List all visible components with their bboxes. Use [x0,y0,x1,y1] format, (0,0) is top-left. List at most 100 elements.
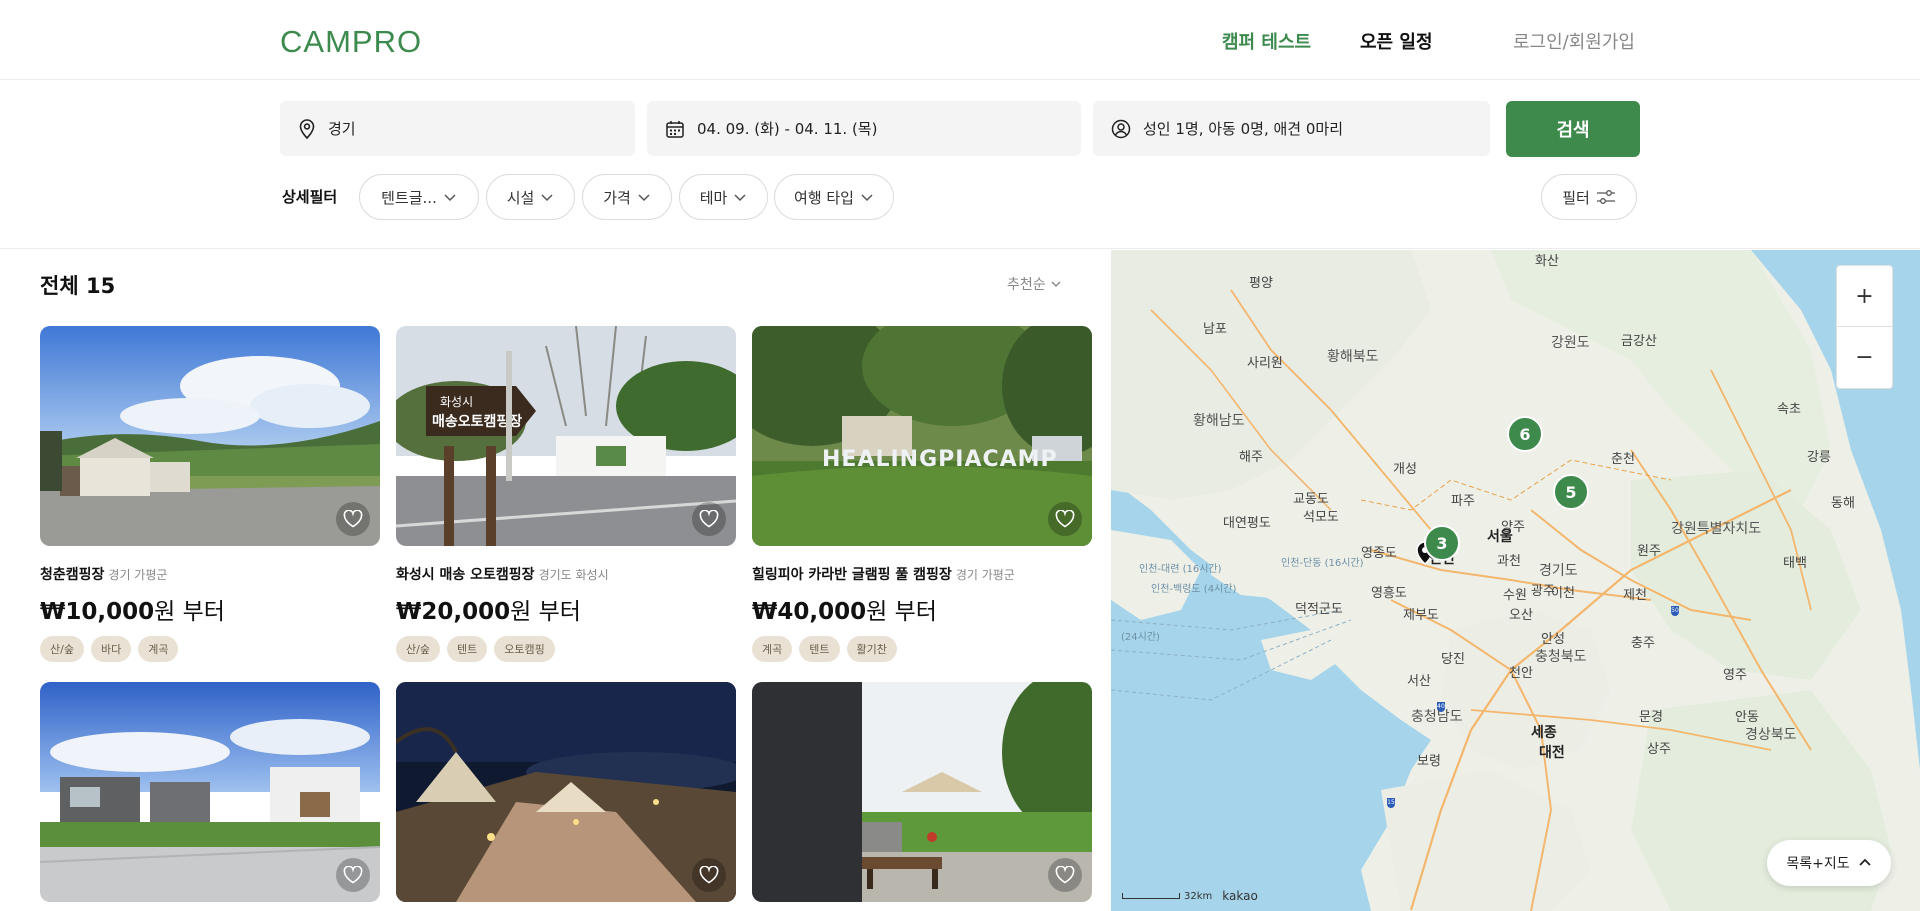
map-label: 안성 [1541,632,1565,647]
calendar-icon [666,120,684,138]
sort-dropdown[interactable]: 추천순 [1007,274,1062,294]
toggle-label: 목록+지도 [1786,856,1850,872]
map-view[interactable]: 40 15 50 평양 남포 사리원 황해북도 황해남도 강원도 금강산 해주 … [1111,250,1920,911]
campsite-price: ₩40,000원 부터 [752,592,1092,626]
campsite-name: 힐링피아 카라반 글램핑 풀 캠핑장 경기 가평군 [752,564,1092,584]
map-label: 평양 [1249,276,1273,291]
campsite-card[interactable] [40,682,380,902]
campro-logo[interactable]: CAMPRO [280,24,422,60]
favorite-heart-icon[interactable] [1048,858,1082,892]
chevron-down-icon [638,194,650,202]
campsite-photo[interactable] [752,682,1092,902]
nav-camper-test[interactable]: 캠퍼 테스트 [1222,28,1311,54]
favorite-heart-icon[interactable] [692,858,726,892]
campsite-region: 경기 가평군 [955,568,1015,582]
user-icon [1111,119,1131,138]
map-label: 개성 [1393,462,1417,477]
map-label: 상주 [1647,742,1671,757]
guest-field[interactable]: 성인 1명, 아동 0명, 애견 0마리 [1093,101,1490,156]
nav-open-schedule[interactable]: 오픈 일정 [1360,28,1433,54]
campsite-tags: 계곡 텐트 활기찬 [752,636,1092,662]
map-cluster[interactable]: 3 [1424,525,1460,561]
map-label: 영흥도 [1371,586,1407,601]
price-suffix: 원 부터 [154,599,225,625]
campsite-photo[interactable]: 화성시 매송오토캠핑장 [396,326,736,546]
list-map-toggle[interactable]: 목록+지도 [1767,840,1891,886]
filter-button[interactable]: 필터 [1541,174,1637,220]
campsite-title: 힐링피아 카라반 글램핑 풀 캠핑장 [752,567,952,583]
favorite-heart-icon[interactable] [1048,502,1082,536]
tag: 계곡 [138,636,179,662]
map-scale: 32km kakao [1122,889,1258,903]
campsite-card[interactable] [752,682,1092,902]
map-label: 강릉 [1807,450,1831,465]
map-label: 천안 [1509,666,1533,681]
map-cluster[interactable]: 5 [1553,474,1589,510]
map-label: 과천 [1497,554,1521,569]
map-label: 경기도 [1539,563,1578,579]
nav-login-signup[interactable]: 로그인/회원가입 [1513,28,1635,54]
chevron-down-icon [1051,281,1061,287]
campsite-title: 청춘캠핑장 [40,567,105,583]
filter-chip-price[interactable]: 가격 [582,174,672,220]
campsite-card[interactable]: HEALINGPIACAMP 힐링피아 카라반 글램핑 풀 캠핑장 경기 가평군 … [752,326,1092,662]
filter-chip-tent[interactable]: 텐트글... [359,174,479,220]
favorite-heart-icon[interactable] [336,858,370,892]
map-cluster[interactable]: 6 [1507,416,1543,452]
location-pin-icon [299,118,315,139]
location-field[interactable]: 경기 [280,101,635,156]
date-range-field[interactable]: 04. 09. (화) - 04. 11. (목) [647,101,1081,156]
tag: 오토캠핑 [494,636,555,662]
filter-chip-travel-type[interactable]: 여행 타입 [774,174,894,220]
price-value: ₩40,000 [752,599,867,625]
filter-chip-facility[interactable]: 시설 [486,174,575,220]
map-label: 보령 [1417,754,1441,769]
scale-label: 32km [1184,890,1213,902]
map-label: 인천-대련 (16시간) [1139,564,1222,575]
filter-chip-label: 텐트글... [381,188,437,207]
search-button[interactable]: 검색 [1506,101,1640,157]
map-label: (24시간) [1121,632,1160,643]
tag: 산/숲 [396,636,440,662]
tag: 텐트 [446,636,488,662]
filter-chip-label: 여행 타입 [794,188,854,207]
chevron-down-icon [734,194,746,202]
scale-bar [1122,893,1180,899]
map-label: 강원특별자치도 [1671,521,1762,537]
map-label: 경상북도 [1745,727,1797,743]
filter-button-label: 필터 [1562,188,1590,207]
campsite-photo[interactable] [40,326,380,546]
price-value: ₩20,000 [396,599,511,625]
campsite-photo[interactable] [40,682,380,902]
zoom-out-button[interactable]: − [1836,327,1893,389]
map-label: 대연평도 [1223,516,1271,531]
filter-chip-theme[interactable]: 테마 [679,174,768,220]
price-suffix: 원 부터 [866,599,937,625]
campsite-card[interactable]: 화성시 매송오토캠핑장 화성시 매송 오토캠핑장 경기도 화성시 ₩20,000원… [396,326,736,662]
guest-value: 성인 1명, 아동 0명, 애견 0마리 [1143,120,1344,138]
campsite-photo[interactable]: HEALINGPIACAMP [752,326,1092,546]
map-label: 영주 [1723,668,1747,683]
zoom-in-button[interactable]: + [1836,265,1893,327]
campsite-list: 전체 15 추천순 청춘캠핑장 경기 가평군 ₩10,000원 부터 산/숲 바… [0,250,1111,911]
map-label: 세종 [1531,725,1557,741]
filter-chip-label: 시설 [506,188,535,207]
map-label: 서산 [1407,674,1431,689]
campsite-card[interactable]: 청춘캠핑장 경기 가평군 ₩10,000원 부터 산/숲 바다 계곡 [40,326,380,662]
favorite-heart-icon[interactable] [336,502,370,536]
campsite-price: ₩20,000원 부터 [396,592,736,626]
map-label: 충청남도 [1411,709,1463,725]
map-label: 덕적군도 [1295,602,1343,617]
map-label: 남포 [1203,322,1227,337]
tag: 바다 [90,636,132,662]
campsite-photo[interactable] [396,682,736,902]
campsite-price: ₩10,000원 부터 [40,592,380,626]
chevron-down-icon [541,194,553,202]
campsite-card[interactable] [396,682,736,902]
tag: 텐트 [799,636,840,662]
favorite-heart-icon[interactable] [692,502,726,536]
map-label: 문경 [1639,710,1663,725]
map-label: 안동 [1735,710,1759,725]
map-label: 강원도 [1551,335,1590,351]
campsite-region: 경기 가평군 [108,568,168,582]
